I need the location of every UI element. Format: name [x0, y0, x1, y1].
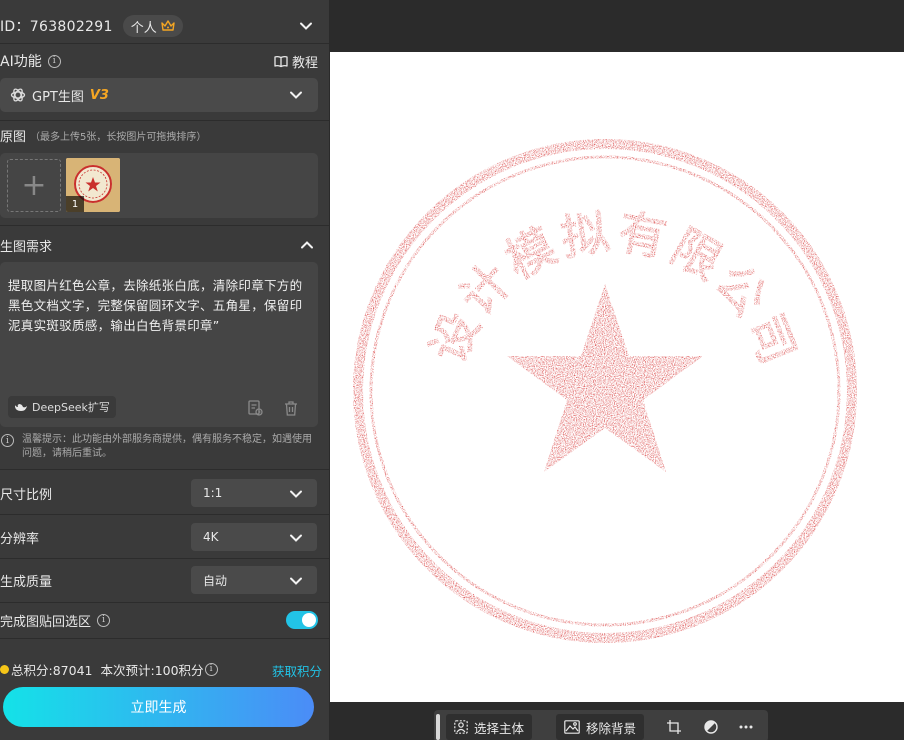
plus-icon: +	[21, 168, 47, 203]
source-thumbnail[interactable]: 1	[66, 158, 120, 212]
deepseek-whale-icon	[15, 403, 27, 411]
resolution-row: 分辨率 4K	[0, 523, 329, 551]
estimated-points: 本次预计:100积分	[100, 662, 204, 678]
quality-label: 生成质量	[0, 574, 53, 590]
tutorial-link[interactable]: 教程	[274, 52, 318, 71]
points-row: 总积分:87041 本次预计:100积分 i 获取积分	[0, 658, 329, 680]
service-tip-text: 温馨提示：此功能由外部服务商提供，偶有服务不稳定，如遇使用问题，请稍后重试。	[22, 434, 312, 459]
aspect-ratio-label: 尺寸比例	[0, 487, 53, 503]
deepseek-expand-label: DeepSeek扩写	[32, 401, 110, 414]
adjust-contrast-icon[interactable]	[703, 719, 719, 735]
resolution-value: 4K	[203, 530, 219, 544]
select-subject-label: 选择主体	[474, 720, 525, 736]
info-icon[interactable]: i	[204, 662, 218, 676]
tutorial-label: 教程	[291, 56, 318, 71]
trash-icon[interactable]	[282, 399, 300, 417]
person-select-icon	[454, 720, 468, 734]
remove-background-icon	[564, 720, 580, 734]
requirement-header[interactable]: 生图需求	[0, 235, 329, 255]
info-icon: i	[1, 434, 14, 447]
chevron-down-icon	[290, 534, 302, 542]
resolution-label: 分辨率	[0, 531, 40, 547]
resolution-select[interactable]: 4K	[191, 523, 317, 551]
account-id: ID：763802291	[0, 19, 113, 35]
book-icon	[274, 55, 288, 68]
model-label: GPT生图	[32, 89, 84, 105]
select-subject-button[interactable]: 选择主体	[446, 714, 533, 740]
aspect-ratio-row: 尺寸比例 1:1	[0, 479, 329, 507]
model-select[interactable]: GPT生图 V3	[0, 78, 318, 112]
deepseek-expand-button[interactable]: DeepSeek扩写	[8, 396, 116, 418]
image-canvas[interactable]: 设计模拟有限公司	[330, 52, 904, 702]
chevron-down-icon	[290, 91, 302, 99]
ai-function-title: AI功能	[0, 54, 42, 70]
add-image-button[interactable]: +	[7, 159, 61, 212]
info-icon[interactable]: i	[97, 613, 111, 627]
toolbar-drag-handle[interactable]	[436, 714, 440, 740]
paste-back-row: 完成图贴回选区 i	[0, 607, 329, 633]
paste-back-toggle[interactable]	[286, 611, 318, 629]
crop-icon[interactable]	[666, 719, 682, 735]
history-prompt-icon[interactable]	[246, 399, 264, 417]
canvas-top-area	[330, 0, 904, 52]
aspect-ratio-value: 1:1	[203, 486, 223, 500]
ai-side-panel: ID：763802291 个人 AI功能 i 教程 GPT生图 V3 原图 （最…	[0, 0, 330, 740]
stamp-image: 设计模拟有限公司	[353, 139, 857, 643]
more-icon[interactable]	[738, 719, 754, 735]
model-version-badge: V3	[89, 87, 109, 103]
generate-button[interactable]: 立即生成	[3, 687, 314, 727]
floating-toolbar: 选择主体 移除背景	[434, 710, 768, 740]
remove-background-button[interactable]: 移除背景	[556, 714, 645, 740]
prompt-text[interactable]: 提取图片红色公章，去除纸张白底，清除印章下方的黑色文档文字，完整保留圆环文字、五…	[8, 276, 310, 336]
quality-row: 生成质量 自动	[0, 566, 329, 594]
chevron-down-icon[interactable]	[299, 19, 313, 33]
crown-icon	[161, 20, 175, 31]
stamp-seal: 设计模拟有限公司	[353, 139, 857, 643]
source-image-title: 原图	[0, 129, 27, 145]
source-image-header: 原图 （最多上传5张，长按图片可拖拽排序）	[0, 126, 329, 145]
coin-icon	[0, 664, 9, 674]
get-points-link[interactable]: 获取积分	[272, 661, 322, 680]
account-row[interactable]: ID：763802291 个人	[0, 8, 329, 44]
info-icon[interactable]: i	[47, 54, 61, 68]
remove-background-label: 移除背景	[586, 720, 637, 736]
aspect-ratio-select[interactable]: 1:1	[191, 479, 317, 507]
chevron-down-icon	[290, 577, 302, 585]
quality-value: 自动	[203, 573, 228, 588]
source-image-hint: （最多上传5张，长按图片可拖拽排序）	[30, 131, 207, 143]
service-tip: i 温馨提示：此功能由外部服务商提供，偶有服务不稳定，如遇使用问题，请稍后重试。	[0, 433, 318, 461]
chevron-up-icon[interactable]	[300, 238, 314, 252]
paste-back-label: 完成图贴回选区	[0, 614, 92, 630]
source-image-area: + 1	[0, 153, 318, 218]
chevron-down-icon	[290, 490, 302, 498]
thumbnail-index: 1	[66, 196, 84, 212]
requirement-title: 生图需求	[0, 239, 53, 255]
account-type-label: 个人	[130, 20, 157, 36]
prompt-textarea[interactable]: 提取图片红色公章，去除纸张白底，清除印章下方的黑色文档文字，完整保留圆环文字、五…	[0, 262, 318, 427]
ai-function-header: AI功能 i 教程	[0, 48, 329, 74]
account-type-badge: 个人	[122, 15, 183, 37]
canvas-bottom-area: 选择主体 移除背景	[330, 702, 904, 740]
openai-logo-icon	[10, 88, 26, 102]
quality-select[interactable]: 自动	[191, 566, 317, 594]
total-points: 总积分:87041	[11, 662, 93, 678]
